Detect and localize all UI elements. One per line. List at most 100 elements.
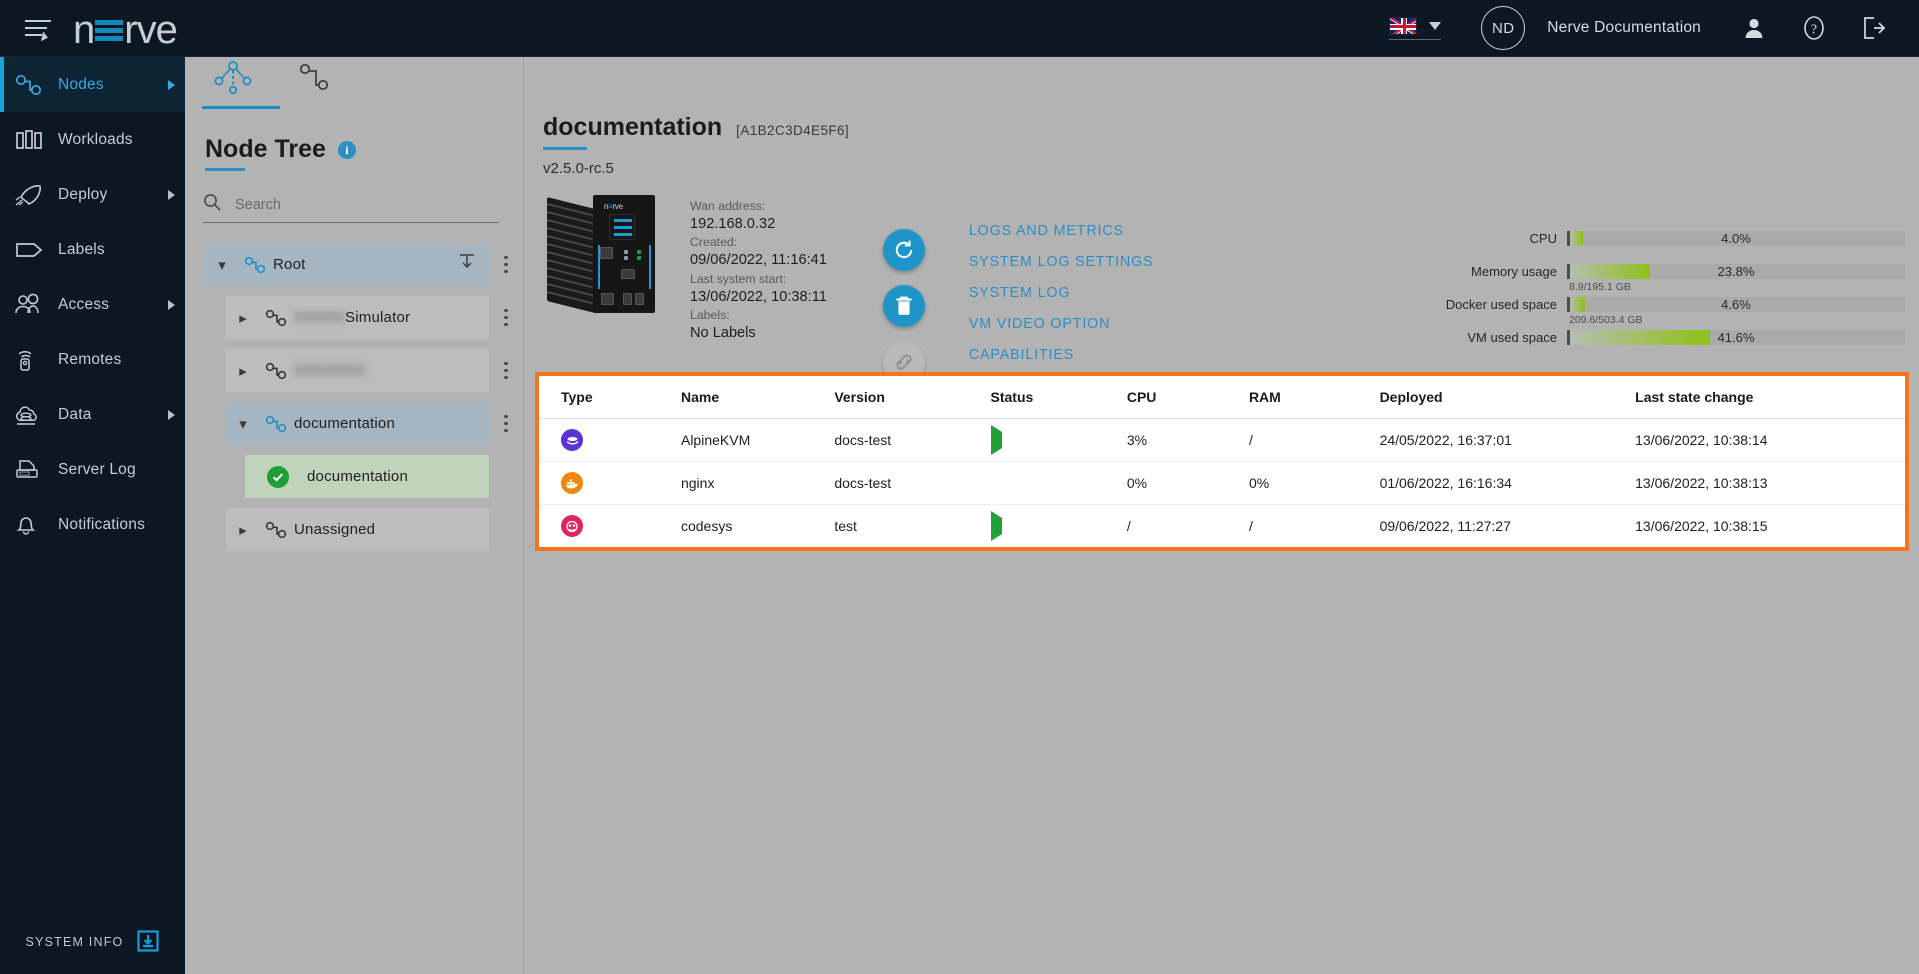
sidebar-label-nodes: Nodes <box>58 76 104 94</box>
tree-node-menu[interactable] <box>489 256 523 274</box>
tree-node-documentation-leaf[interactable]: documentation <box>185 455 523 498</box>
label-tag-icon <box>14 238 58 262</box>
sidebar-item-nodes[interactable]: Nodes <box>0 57 185 112</box>
column-name[interactable]: Name <box>681 376 834 419</box>
sidebar-item-notifications[interactable]: Notifications <box>0 497 185 552</box>
chevron-down-icon[interactable]: ▾ <box>205 256 239 274</box>
tree-node-unassigned[interactable]: ▸ Unassigned <box>185 508 523 551</box>
nerve-management-system: nrve ND Nerve Documentation <box>0 0 1919 974</box>
deploy-rocket-icon <box>14 183 58 207</box>
link-logs-and-metrics[interactable]: LOGS AND METRICS <box>969 223 1154 239</box>
info-value-last-start: 13/06/2022, 10:38:11 <box>690 288 827 307</box>
tree-node-label: documentation <box>307 468 408 485</box>
tree-node-menu[interactable] <box>489 415 523 433</box>
node-detail-header: documentation [A1B2C3D4E5F6] <box>524 57 1919 150</box>
sidebar-item-deploy[interactable]: Deploy <box>0 167 185 222</box>
column-type[interactable]: Type <box>539 376 681 419</box>
link-vm-video-option[interactable]: VM VIDEO OPTION <box>969 316 1154 332</box>
sidebar: Nodes Workloads Deploy <box>0 57 185 974</box>
sidebar-item-access[interactable]: Access <box>0 277 185 332</box>
cell-last-state-change: 13/06/2022, 10:38:15 <box>1635 505 1905 548</box>
tab-node-tree[interactable] <box>207 58 259 109</box>
sidebar-item-data[interactable]: Data <box>0 387 185 442</box>
page-title: documentation <box>543 113 722 150</box>
cell-ram: 0% <box>1249 462 1380 505</box>
column-version[interactable]: Version <box>834 376 990 419</box>
sidebar-label-workloads: Workloads <box>58 131 133 149</box>
language-selector[interactable] <box>1389 17 1441 40</box>
sidebar-label-labels: Labels <box>58 241 105 259</box>
table-row[interactable]: AlpineKVM docs-test 3% / 24/05/2022, 16:… <box>539 419 1905 462</box>
restart-button[interactable] <box>883 229 925 271</box>
chevron-down-icon <box>1429 22 1441 30</box>
column-deployed[interactable]: Deployed <box>1380 376 1636 419</box>
sidebar-item-server-log[interactable]: Server Log <box>0 442 185 497</box>
node-tree-panel: Node Tree i ▾ <box>185 57 524 974</box>
tree-node-root[interactable]: ▾ Root <box>185 243 523 286</box>
metric-label-vm: VM used space <box>1439 330 1567 345</box>
download-tree-icon[interactable] <box>457 252 477 277</box>
table-row[interactable]: codesys test / / 09/06/2022, 11:27:27 13… <box>539 505 1905 548</box>
node-tree-title: Node Tree <box>205 135 326 171</box>
chevron-right-icon[interactable]: ▸ <box>226 362 260 380</box>
metric-docker: Docker used space 4.6% <box>1439 297 1905 312</box>
node-tree-list: ▾ Root <box>185 243 523 551</box>
chevron-right-icon <box>168 190 175 200</box>
metric-label-memory: Memory usage <box>1439 264 1567 279</box>
node-tree-search-input[interactable] <box>235 197 499 213</box>
info-value-created: 09/06/2022, 11:16:41 <box>690 251 827 270</box>
link-capabilities[interactable]: CAPABILITIES <box>969 347 1154 363</box>
sidebar-item-labels[interactable]: Labels <box>0 222 185 277</box>
tree-node-simulator[interactable]: ▸ XXXXX Simulator <box>185 296 523 339</box>
table-row[interactable]: nginx docs-test 0% 0% 01/06/2022, 16:16:… <box>539 462 1905 505</box>
info-label-created: Created: <box>690 235 827 251</box>
avatar[interactable]: ND <box>1481 6 1525 50</box>
logo-e-bars <box>95 15 123 45</box>
sidebar-item-workloads[interactable]: Workloads <box>0 112 185 167</box>
docker-icon <box>561 472 583 494</box>
help-icon[interactable]: ? <box>1797 11 1831 45</box>
tree-node-label-redacted: XXXXX <box>294 309 345 326</box>
tree-node-menu[interactable] <box>489 362 523 380</box>
metric-value-cpu: 4.0% <box>1567 231 1905 246</box>
svg-text:?: ? <box>1811 23 1817 38</box>
chevron-down-icon[interactable]: ▾ <box>226 415 260 433</box>
chevron-right-icon[interactable]: ▸ <box>226 521 260 539</box>
user-icon[interactable] <box>1737 11 1771 45</box>
column-last-state-change[interactable]: Last state change <box>1635 376 1905 419</box>
table-header-row: Type Name Version Status CPU RAM Deploye… <box>539 376 1905 419</box>
cell-status-running <box>991 419 1127 462</box>
tab-node-list[interactable] <box>297 58 337 109</box>
hamburger-icon[interactable] <box>25 17 51 39</box>
metric-sub-memory: 8.9/195.1 GB <box>1439 281 1905 293</box>
column-cpu[interactable]: CPU <box>1127 376 1249 419</box>
link-system-log-settings[interactable]: SYSTEM LOG SETTINGS <box>969 254 1154 270</box>
column-ram[interactable]: RAM <box>1249 376 1380 419</box>
info-icon[interactable]: i <box>338 141 356 159</box>
node-icon <box>260 414 294 434</box>
metric-bar-memory: 23.8% <box>1567 264 1905 279</box>
metric-bar-docker: 4.6% <box>1567 297 1905 312</box>
node-tree-search[interactable] <box>203 193 499 223</box>
sidebar-label-access: Access <box>58 296 109 314</box>
node-info-strip: n≡rve Wan address: 192.168.0 <box>524 193 1919 383</box>
sidebar-item-remotes[interactable]: Remotes <box>0 332 185 387</box>
workload-table: Type Name Version Status CPU RAM Deploye… <box>535 372 1909 551</box>
metric-sub-docker: 209.6/503.4 GB <box>1439 314 1905 326</box>
column-status[interactable]: Status <box>991 376 1127 419</box>
delete-button[interactable] <box>883 285 925 327</box>
system-info-button[interactable]: SYSTEM INFO <box>0 910 185 974</box>
cell-deployed: 24/05/2022, 16:37:01 <box>1380 419 1636 462</box>
cell-name: codesys <box>681 505 834 548</box>
chevron-right-icon[interactable]: ▸ <box>226 309 260 327</box>
tree-node-documentation[interactable]: ▾ documentation <box>185 402 523 445</box>
metric-bar-vm: 41.6% <box>1567 330 1905 345</box>
download-box-icon <box>137 930 159 955</box>
link-system-log[interactable]: SYSTEM LOG <box>969 285 1154 301</box>
logout-icon[interactable] <box>1857 11 1891 45</box>
metric-value-docker: 4.6% <box>1567 297 1905 312</box>
cell-deployed: 01/06/2022, 16:16:34 <box>1380 462 1636 505</box>
tree-node-redacted[interactable]: ▸ XXXXXXX <box>185 349 523 392</box>
node-serial: [A1B2C3D4E5F6] <box>736 123 849 138</box>
tree-node-menu[interactable] <box>489 309 523 327</box>
